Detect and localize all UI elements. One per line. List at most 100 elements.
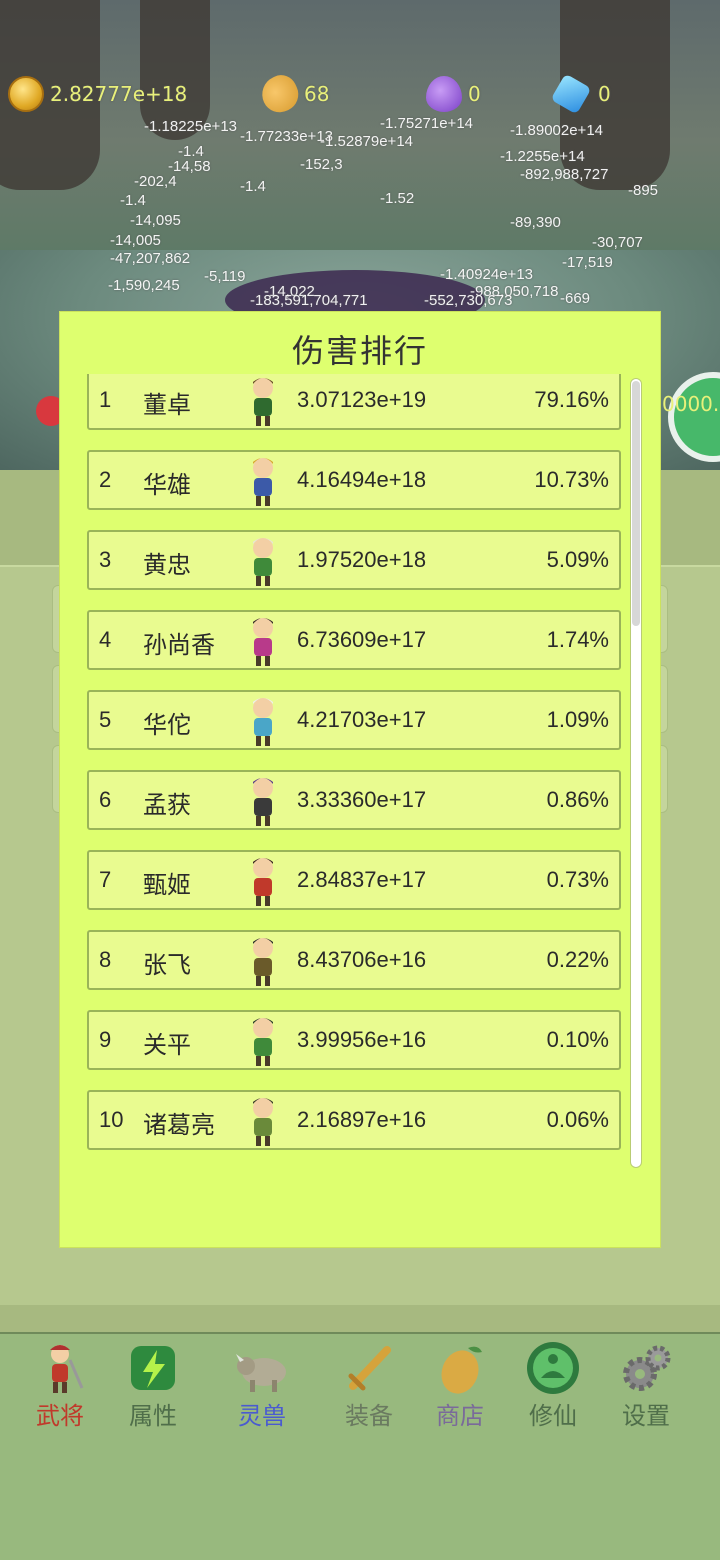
hero-name: 华雄 bbox=[143, 471, 191, 499]
huangzhong-avatar bbox=[239, 534, 287, 588]
mango-icon bbox=[432, 1340, 488, 1396]
damage-ranking-dialog[interactable]: 伤害排行 1 董卓 3.07123e+19 79.16% 2 华雄 4.16494e+18 1… bbox=[60, 312, 660, 1247]
ranking-row: 4 孙尚香 6.73609e+17 1.74% bbox=[87, 610, 621, 670]
hero-name: 孙尚香 bbox=[143, 631, 215, 659]
damage-number: -1.52879e+14 bbox=[320, 133, 414, 150]
damage-percent: 0.86% bbox=[546, 787, 609, 812]
dialog-title: 伤害排行 bbox=[291, 332, 428, 370]
zhangfei-avatar bbox=[239, 934, 287, 988]
gold-value: 2.82777e+18 bbox=[50, 82, 188, 106]
damage-number: -152,3 bbox=[300, 156, 343, 173]
damage-number: -17,519 bbox=[562, 254, 613, 271]
menghuo-avatar bbox=[239, 774, 287, 828]
ranking-row: 7 甄姬 2.84837e+17 0.73% bbox=[87, 850, 621, 910]
damage-percent: 0.73% bbox=[546, 867, 609, 892]
damage-number: -1.75271e+14 bbox=[380, 115, 474, 132]
rank-number: 9 bbox=[99, 1027, 112, 1052]
hero-name: 华佗 bbox=[143, 711, 191, 739]
tab-mango[interactable]: 商店 bbox=[414, 1334, 506, 1434]
damage-value: 4.16494e+18 bbox=[297, 467, 427, 492]
side-counter: 0000. bbox=[662, 392, 720, 416]
rank-number: 10 bbox=[99, 1107, 124, 1132]
damage-number: -1.89002e+14 bbox=[510, 122, 604, 139]
damage-number: -1.4 bbox=[120, 192, 146, 209]
mango-icon bbox=[256, 70, 304, 118]
damage-percent: 79.16% bbox=[534, 387, 609, 412]
damage-percent: 10.73% bbox=[534, 467, 609, 492]
tab-gear[interactable]: 设置 bbox=[600, 1334, 692, 1434]
mango-value: 68 bbox=[304, 82, 330, 106]
beast-icon bbox=[234, 1340, 290, 1396]
gem-icon bbox=[550, 73, 592, 115]
sword-icon bbox=[341, 1340, 397, 1396]
damage-number: -89,390 bbox=[510, 214, 561, 231]
tab-meditation[interactable]: 修仙 bbox=[507, 1334, 599, 1434]
damage-number: -30,707 bbox=[592, 234, 643, 251]
tab-label: 设置 bbox=[622, 1402, 670, 1430]
hero-name: 孟获 bbox=[143, 791, 191, 819]
damage-value: 3.07123e+19 bbox=[297, 387, 427, 412]
rank-number: 2 bbox=[99, 467, 112, 492]
damage-percent: 0.10% bbox=[546, 1027, 609, 1052]
damage-percent: 0.06% bbox=[546, 1107, 609, 1132]
damage-value: 2.16897e+16 bbox=[297, 1107, 427, 1132]
damage-percent: 1.09% bbox=[546, 707, 609, 732]
scrollbar[interactable] bbox=[630, 378, 642, 1168]
ranking-list[interactable]: 1 董卓 3.07123e+19 79.16% 2 华雄 4.16494e+18 10.73%… bbox=[87, 374, 621, 1174]
damage-value: 2.84837e+17 bbox=[297, 867, 427, 892]
sunshangxiang-avatar bbox=[239, 614, 287, 668]
damage-number: -1.52 bbox=[380, 190, 415, 207]
tab-label: 属性 bbox=[129, 1402, 177, 1430]
tab-sword[interactable]: 装备 bbox=[323, 1334, 415, 1434]
gold-coin-icon bbox=[8, 76, 44, 112]
damage-number: -895 bbox=[628, 182, 659, 199]
ranking-row: 1 董卓 3.07123e+19 79.16% bbox=[87, 374, 621, 430]
damage-number: -552,730,673 bbox=[424, 292, 513, 309]
damage-number: -14,005 bbox=[110, 232, 161, 249]
damage-number: -1.2255e+14 bbox=[500, 148, 585, 165]
gem-counter: 0 bbox=[550, 73, 611, 115]
damage-value: 3.33360e+17 bbox=[297, 787, 427, 812]
tab-label: 修仙 bbox=[529, 1402, 577, 1430]
damage-value: 1.97520e+18 bbox=[297, 547, 427, 572]
meditation-icon bbox=[525, 1340, 581, 1396]
huatuo-avatar bbox=[239, 694, 287, 748]
rank-number: 3 bbox=[99, 547, 112, 572]
ranking-row: 10 诸葛亮 2.16897e+16 0.06% bbox=[87, 1090, 621, 1150]
damage-value: 8.43706e+16 bbox=[297, 947, 427, 972]
tab-beast[interactable]: 灵兽 bbox=[216, 1334, 308, 1434]
guanping-avatar bbox=[239, 1014, 287, 1068]
tab-lightning[interactable]: 属性 bbox=[107, 1334, 199, 1434]
potion-value: 0 bbox=[468, 82, 481, 106]
hero-name: 诸葛亮 bbox=[143, 1111, 215, 1139]
scrollbar-thumb[interactable] bbox=[632, 381, 640, 626]
rank-number: 5 bbox=[99, 707, 112, 732]
hero-name: 甄姬 bbox=[143, 871, 191, 899]
rank-number: 7 bbox=[99, 867, 112, 892]
zhugeliang-avatar bbox=[239, 1094, 287, 1148]
hero-name: 董卓 bbox=[143, 391, 191, 419]
damage-number: -1.18225e+13 bbox=[144, 118, 238, 135]
tab-warrior[interactable]: 武将 bbox=[14, 1334, 106, 1434]
damage-percent: 0.22% bbox=[546, 947, 609, 972]
tab-label: 灵兽 bbox=[238, 1402, 286, 1430]
warrior-icon bbox=[32, 1340, 88, 1396]
rank-number: 1 bbox=[99, 387, 112, 412]
lightning-icon bbox=[125, 1340, 181, 1396]
tab-label: 装备 bbox=[345, 1402, 393, 1430]
bottom-tab-bar: 武将 属性 灵兽 装备 商店 修仙 设置 bbox=[0, 1332, 720, 1560]
damage-number: -669 bbox=[560, 290, 591, 307]
damage-number: -202,4 bbox=[134, 173, 177, 190]
damage-percent: 1.74% bbox=[546, 627, 609, 652]
zhenji-avatar bbox=[239, 854, 287, 908]
damage-number: -5,119 bbox=[204, 268, 246, 285]
tab-label: 武将 bbox=[36, 1402, 84, 1430]
damage-number: -1.40924e+13 bbox=[440, 266, 534, 283]
damage-value: 6.73609e+17 bbox=[297, 627, 427, 652]
rank-number: 6 bbox=[99, 787, 112, 812]
hero-name: 黄忠 bbox=[143, 551, 191, 579]
damage-value: 4.21703e+17 bbox=[297, 707, 427, 732]
ranking-row: 2 华雄 4.16494e+18 10.73% bbox=[87, 450, 621, 510]
hero-name: 关平 bbox=[143, 1031, 191, 1059]
potion-counter: 0 bbox=[426, 74, 481, 114]
